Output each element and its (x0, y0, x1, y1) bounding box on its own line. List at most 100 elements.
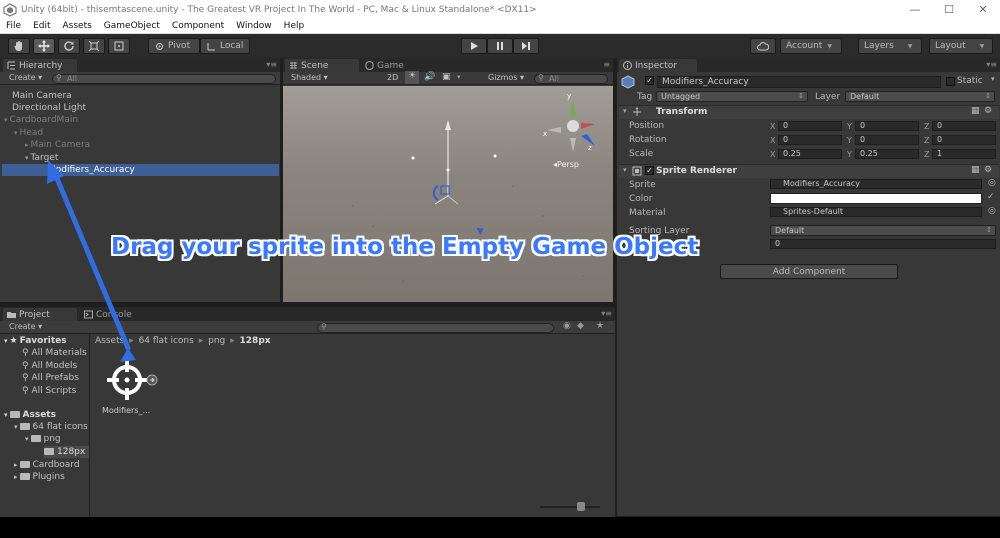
local-toggle[interactable]: Local (200, 38, 250, 54)
step-button[interactable] (513, 38, 539, 54)
scene-search-input[interactable]: All (534, 74, 608, 84)
chevron-down-icon[interactable]: ▾ (457, 73, 461, 81)
sprite-object-field[interactable]: Modifiers_Accuracy (770, 179, 982, 189)
expand-arrow-icon[interactable]: ▾ (25, 435, 29, 443)
slider-handle[interactable] (577, 502, 585, 511)
effects-toggle-icon[interactable]: ▣ (442, 72, 451, 82)
menu-component[interactable]: Component (166, 21, 230, 31)
tab-inspector[interactable]: Inspector (619, 59, 697, 72)
pause-button[interactable] (487, 38, 513, 54)
hierarchy-item-head-main-camera[interactable]: ▸ Main Camera (25, 139, 90, 151)
project-create-button[interactable]: Create ▾ (9, 322, 42, 331)
folder-png[interactable]: ▾ png (25, 433, 61, 445)
add-component-button[interactable]: Add Component (720, 264, 898, 279)
gear-icon[interactable]: ⚙ (984, 106, 992, 116)
favorite-all-prefabs[interactable]: ⚲ All Prefabs (22, 372, 79, 384)
expand-arrow-icon[interactable]: ▾ (623, 107, 627, 115)
hierarchy-item-head[interactable]: ▾ Head (14, 127, 43, 139)
hand-tool-button[interactable] (8, 38, 30, 54)
thumbnail-size-slider[interactable] (540, 506, 600, 508)
scene-viewport[interactable]: y x z ◂Persp (283, 86, 613, 302)
favorite-all-scripts[interactable]: ⚲ All Scripts (22, 385, 76, 397)
folder-cardboard[interactable]: ▸ Cardboard (14, 459, 80, 471)
chevron-down-icon[interactable]: ▾ (991, 75, 995, 83)
tab-hierarchy[interactable]: Hierarchy (3, 59, 77, 72)
object-picker-icon[interactable]: ◎ (988, 178, 996, 188)
hierarchy-search-input[interactable]: All (52, 74, 276, 84)
rotation-x-field[interactable]: 0 (778, 135, 842, 145)
breadcrumb-item[interactable]: 64 flat icons (139, 336, 194, 346)
minimize-button[interactable]: — (898, 0, 932, 19)
star-icon[interactable]: ★ (596, 321, 604, 331)
breadcrumb-item[interactable]: 128px (240, 336, 271, 346)
rotation-y-field[interactable]: 0 (855, 135, 919, 145)
object-picker-icon[interactable]: ◎ (988, 206, 996, 216)
active-checkbox[interactable]: ✓ (645, 76, 654, 85)
persp-label[interactable]: ◂Persp (553, 160, 579, 169)
help-book-icon[interactable]: ▦ (971, 106, 980, 116)
color-swatch-field[interactable] (770, 193, 982, 204)
layers-dropdown[interactable]: Layers ▼ (858, 38, 922, 54)
help-book-icon[interactable]: ▦ (971, 165, 980, 175)
sprite-renderer-enabled-checkbox[interactable]: ✓ (645, 166, 654, 175)
folder-plugins[interactable]: ▸ Plugins (14, 471, 65, 483)
menu-help[interactable]: Help (278, 21, 311, 31)
cloud-button[interactable] (750, 38, 776, 54)
breadcrumb-item[interactable]: png (208, 336, 225, 346)
scale-x-field[interactable]: 0.25 (778, 149, 842, 159)
rect-tool-button[interactable] (108, 38, 130, 54)
tag-dropdown[interactable]: Untagged (656, 91, 808, 102)
project-search-input[interactable] (317, 323, 554, 333)
expand-arrow-icon[interactable]: ▾ (25, 154, 29, 162)
folder-64-flat-icons[interactable]: ▾ 64 flat icons (14, 421, 88, 433)
panel-menu-icon[interactable]: ▾≡ (601, 309, 612, 318)
position-y-field[interactable]: 0 (855, 121, 919, 131)
rotate-tool-button[interactable] (58, 38, 80, 54)
panel-menu-icon[interactable]: ▾≡ (986, 60, 997, 69)
menu-window[interactable]: Window (230, 21, 278, 31)
menu-edit[interactable]: Edit (27, 21, 56, 31)
favorite-all-models[interactable]: ⚲ All Models (22, 360, 77, 372)
rotation-z-field[interactable]: 0 (932, 135, 996, 145)
hierarchy-item-cardboardmain[interactable]: ▾ CardboardMain (4, 114, 78, 126)
collapsed-arrow-icon[interactable]: ▸ (14, 473, 18, 481)
scale-tool-button[interactable] (83, 38, 105, 54)
close-button[interactable]: ✕ (966, 0, 1000, 19)
play-button[interactable] (461, 38, 487, 54)
tab-scene[interactable]: Scene (285, 59, 359, 72)
material-object-field[interactable]: Sprites-Default (770, 207, 982, 217)
menu-assets[interactable]: Assets (57, 21, 98, 31)
gear-icon[interactable]: ⚙ (984, 165, 992, 175)
audio-toggle-icon[interactable]: 🔊 (424, 72, 435, 82)
expand-arrow-icon[interactable]: ▾ (4, 337, 8, 345)
panel-menu-icon[interactable]: ▾≡ (266, 60, 277, 69)
expand-arrow-icon[interactable]: ▾ (623, 166, 627, 174)
move-tool-button[interactable] (33, 38, 55, 54)
breadcrumb-item[interactable]: Assets (95, 336, 124, 346)
2d-toggle[interactable]: 2D (387, 73, 398, 82)
tab-project[interactable]: Project (3, 308, 77, 321)
filter-by-type-icon[interactable]: ◉ (563, 321, 571, 331)
position-x-field[interactable]: 0 (778, 121, 842, 131)
pivot-toggle[interactable]: Pivot (148, 38, 200, 54)
menu-file[interactable]: File (0, 21, 27, 31)
expand-arrow-icon[interactable]: ▾ (4, 116, 8, 124)
expand-arrow-icon[interactable]: ▾ (14, 129, 18, 137)
hierarchy-item-directional-light[interactable]: Directional Light (12, 102, 86, 114)
order-in-layer-field[interactable]: 0 (770, 239, 996, 249)
scale-y-field[interactable]: 0.25 (855, 149, 919, 159)
collapsed-arrow-icon[interactable]: ▸ (25, 141, 29, 149)
tab-console[interactable]: Console (80, 308, 150, 321)
gizmos-dropdown[interactable]: Gizmos ▾ (488, 73, 524, 82)
folder-128px[interactable]: 128px (44, 446, 89, 458)
position-z-field[interactable]: 0 (932, 121, 996, 131)
layout-dropdown[interactable]: Layout ▼ (929, 38, 993, 54)
menu-gameobject[interactable]: GameObject (98, 21, 166, 31)
scene-orientation-gizmo[interactable]: y x z (543, 92, 595, 152)
hierarchy-item-main-camera[interactable]: Main Camera (12, 90, 72, 102)
hierarchy-item-target[interactable]: ▾ Target (25, 152, 58, 164)
filter-by-label-icon[interactable]: ◆ (577, 321, 584, 331)
asset-tile-modifiers-accuracy[interactable]: Modifiers_... (102, 356, 158, 418)
collapsed-arrow-icon[interactable]: ▸ (14, 461, 18, 469)
account-dropdown[interactable]: Account ▼ (780, 38, 842, 54)
